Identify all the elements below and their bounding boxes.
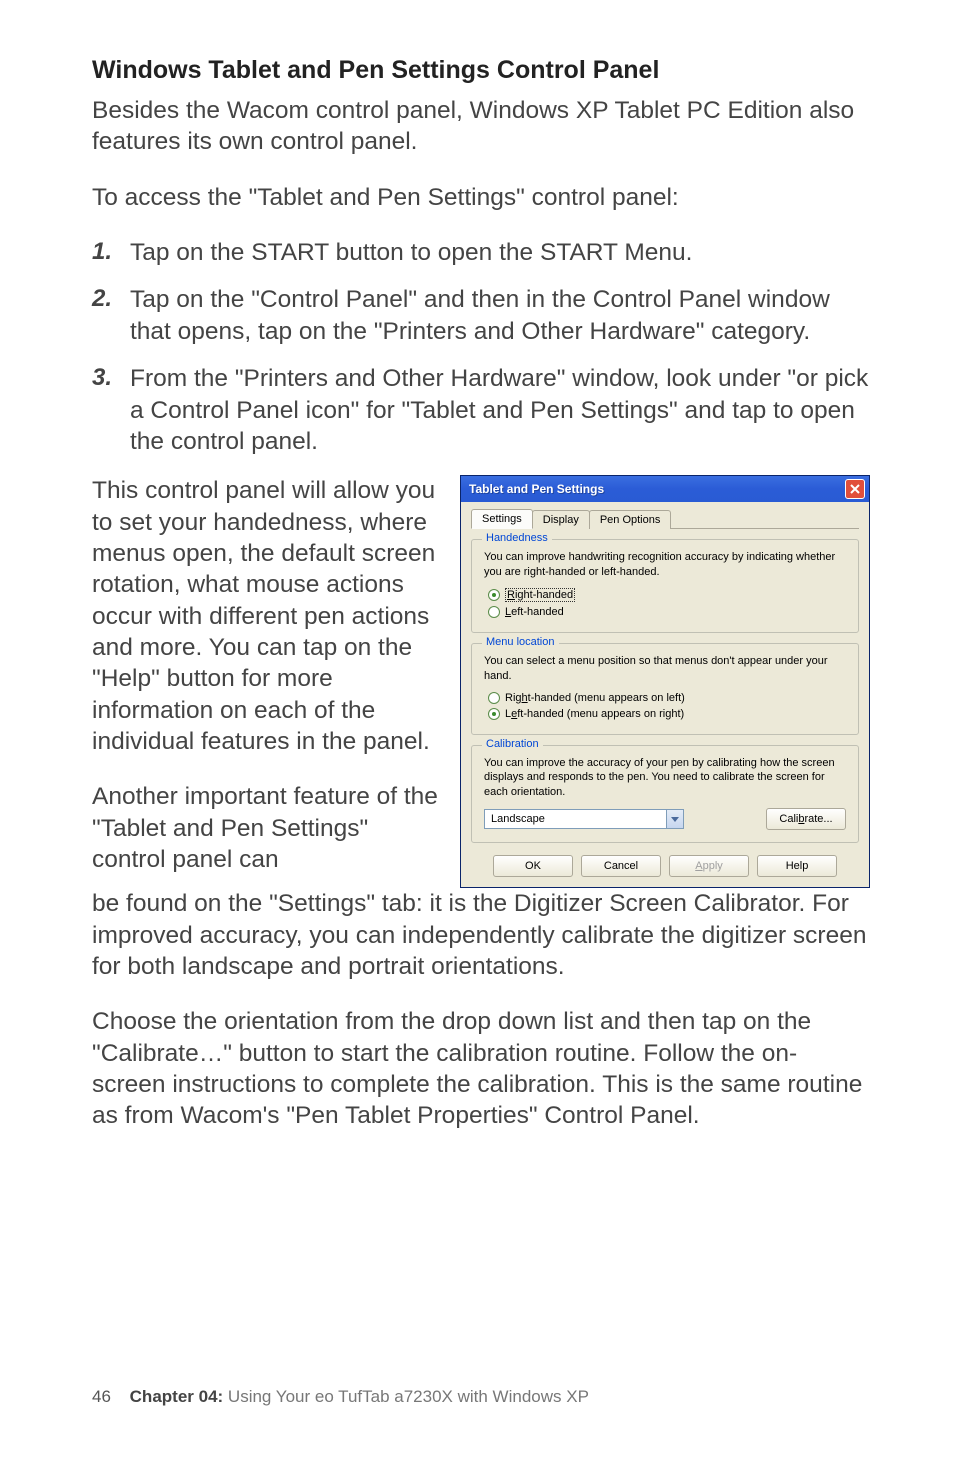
apply-button[interactable]: Apply xyxy=(669,855,749,877)
body-para-after-1: be found on the "Settings" tab: it is th… xyxy=(92,888,870,982)
chapter-title: Using Your eo TufTab a7230X with Windows… xyxy=(223,1387,589,1406)
radio-icon xyxy=(488,692,500,704)
intro-para-1: Besides the Wacom control panel, Windows… xyxy=(92,95,870,158)
radio-right-handed[interactable]: Right-handed xyxy=(488,588,846,602)
dropdown-button[interactable] xyxy=(666,810,683,828)
menu-location-legend: Menu location xyxy=(482,636,559,648)
ok-button[interactable]: OK xyxy=(493,855,573,877)
tab-pen-options[interactable]: Pen Options xyxy=(589,510,672,529)
step-2: 2. Tap on the "Control Panel" and then i… xyxy=(92,284,870,347)
help-button[interactable]: Help xyxy=(757,855,837,877)
radio-menu-right-handed[interactable]: Right-handed (menu appears on left) xyxy=(488,692,846,704)
dialog-title: Tablet and Pen Settings xyxy=(469,482,845,496)
cancel-button[interactable]: Cancel xyxy=(581,855,661,877)
radio-label: Right-handed (menu appears on left) xyxy=(505,692,685,704)
chevron-down-icon xyxy=(671,817,679,822)
dialog-titlebar[interactable]: Tablet and Pen Settings xyxy=(461,476,869,502)
radio-icon xyxy=(488,589,500,601)
radio-icon xyxy=(488,708,500,720)
radio-label: Left-handed xyxy=(505,606,564,618)
step-text: From the "Printers and Other Hardware" w… xyxy=(130,363,870,457)
step-3: 3. From the "Printers and Other Hardware… xyxy=(92,363,870,457)
page-footer: 46 Chapter 04: Using Your eo TufTab a723… xyxy=(92,1387,589,1407)
orientation-select-value: Landscape xyxy=(485,813,666,825)
handedness-legend: Handedness xyxy=(482,532,552,544)
calibration-group: Calibration You can improve the accuracy… xyxy=(471,745,859,844)
radio-menu-left-handed[interactable]: Left-handed (menu appears on right) xyxy=(488,708,846,720)
step-1: 1. Tap on the START button to open the S… xyxy=(92,237,870,268)
calibration-legend: Calibration xyxy=(482,738,543,750)
menu-location-desc: You can select a menu position so that m… xyxy=(484,654,846,684)
tablet-pen-settings-dialog: Tablet and Pen Settings Settings Display… xyxy=(460,475,870,888)
body-para-left-1: This control panel will allow you to set… xyxy=(92,475,438,757)
body-para-after-2: Choose the orientation from the drop dow… xyxy=(92,1006,870,1131)
calibration-desc: You can improve the accuracy of your pen… xyxy=(484,756,846,801)
tab-display[interactable]: Display xyxy=(532,510,590,529)
close-button[interactable] xyxy=(845,479,865,499)
radio-left-handed[interactable]: Left-handed xyxy=(488,606,846,618)
step-number: 1. xyxy=(92,237,130,268)
step-number: 2. xyxy=(92,284,130,315)
menu-location-group: Menu location You can select a menu posi… xyxy=(471,643,859,735)
handedness-desc: You can improve handwriting recognition … xyxy=(484,550,846,580)
orientation-select[interactable]: Landscape xyxy=(484,809,684,829)
step-text: Tap on the START button to open the STAR… xyxy=(130,237,692,268)
calibrate-button[interactable]: Calibrate... xyxy=(766,808,846,830)
radio-icon xyxy=(488,606,500,618)
steps-list: 1. Tap on the START button to open the S… xyxy=(92,237,870,457)
dialog-tabs: Settings Display Pen Options xyxy=(471,508,859,529)
section-heading: Windows Tablet and Pen Settings Control … xyxy=(92,56,870,85)
step-number: 3. xyxy=(92,363,130,394)
handedness-group: Handedness You can improve handwriting r… xyxy=(471,539,859,633)
chapter-label: Chapter 04: xyxy=(130,1387,224,1406)
radio-label: Left-handed (menu appears on right) xyxy=(505,708,684,720)
radio-label: Right-handed xyxy=(505,588,575,602)
page-number: 46 xyxy=(92,1387,111,1406)
tab-settings[interactable]: Settings xyxy=(471,509,533,529)
body-para-left-2: Another important feature of the "Tablet… xyxy=(92,781,438,875)
dialog-button-bar: OK Cancel Apply Help xyxy=(471,855,859,877)
intro-para-2: To access the "Tablet and Pen Settings" … xyxy=(92,182,870,213)
close-icon xyxy=(850,484,860,494)
step-text: Tap on the "Control Panel" and then in t… xyxy=(130,284,870,347)
